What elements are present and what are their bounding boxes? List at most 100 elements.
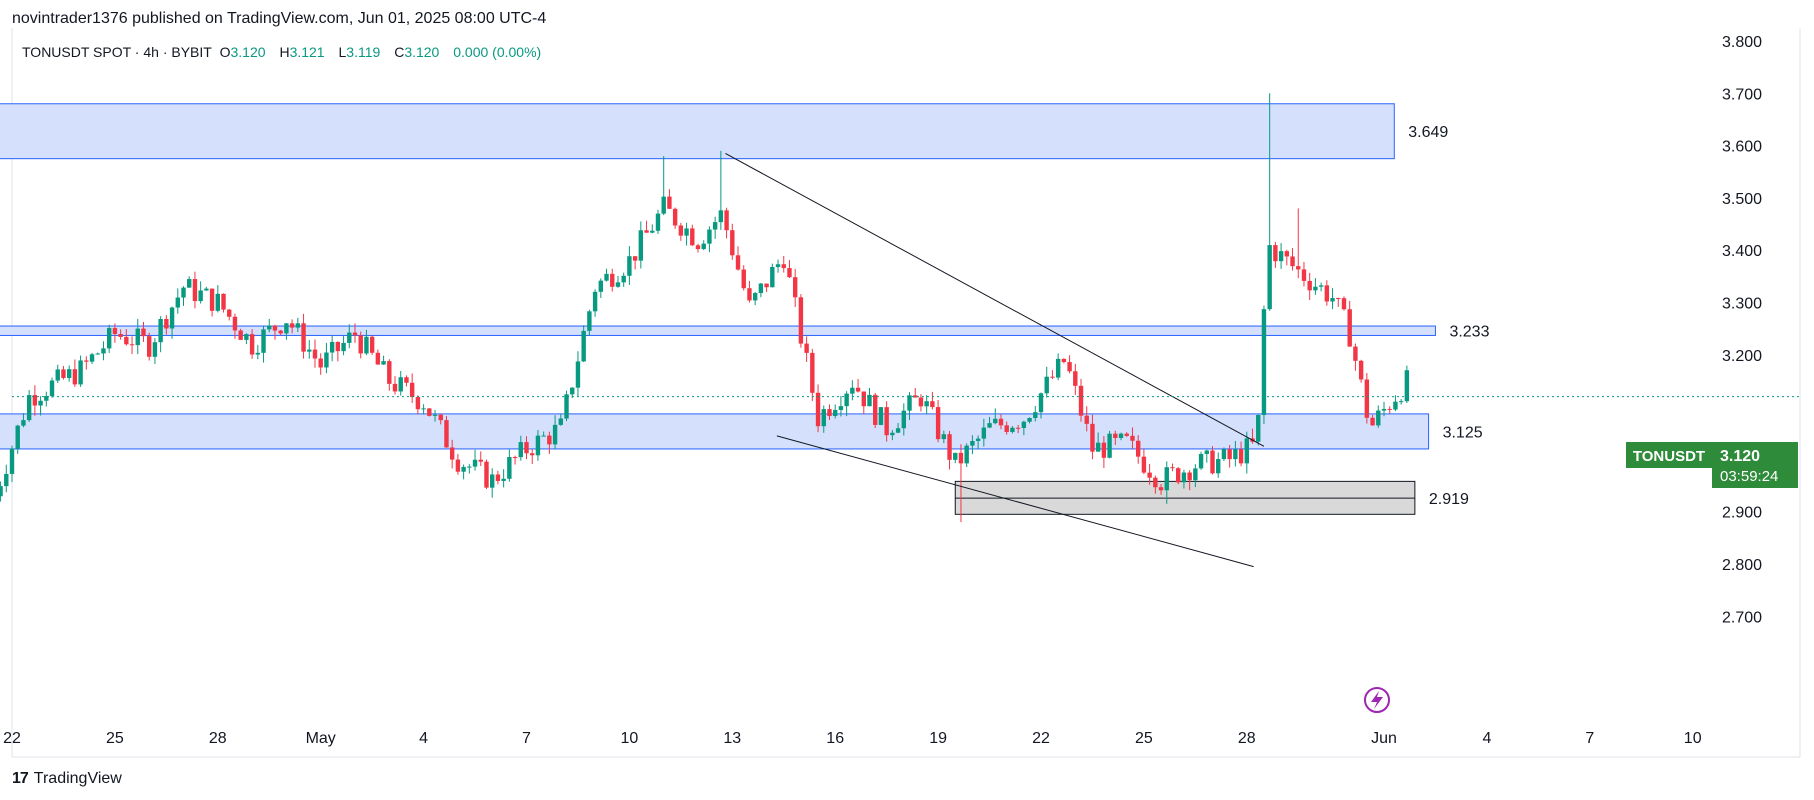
y-tick-label: 3.800 — [1722, 34, 1762, 51]
candle-body — [101, 348, 106, 354]
candle-body — [198, 290, 203, 302]
x-tick-label: 10 — [621, 730, 639, 747]
candle-body — [1233, 449, 1238, 460]
candle-body — [1021, 421, 1027, 429]
zone-0[interactable] — [0, 103, 1395, 160]
y-tick-label: 2.900 — [1722, 505, 1762, 522]
candle-body — [1238, 449, 1244, 464]
candle-body — [0, 486, 3, 497]
candle-body — [735, 255, 741, 270]
tradingview-logo[interactable]: 17 TradingView — [12, 770, 122, 788]
candle-body — [415, 397, 421, 410]
candle-body — [1010, 427, 1015, 432]
candle-body — [1301, 269, 1307, 281]
candle-body — [512, 457, 518, 459]
candle-body — [15, 425, 20, 449]
candle-body — [1398, 401, 1404, 403]
candle-body — [941, 434, 947, 440]
trendline-0[interactable] — [725, 153, 1265, 447]
candle-body — [1095, 442, 1101, 452]
candle-body — [1244, 438, 1249, 464]
candle-body — [312, 349, 318, 359]
candle-body — [449, 447, 455, 460]
x-axis[interactable]: 22 25 28 May 4 7 10 13 16 19 22 25 28 Jun 4 7 10 — [3, 730, 1702, 747]
candle-body — [1113, 433, 1118, 438]
candle-body — [1158, 487, 1164, 491]
candle-body — [1176, 468, 1181, 483]
candle-body — [1278, 251, 1284, 262]
candle-body — [1164, 467, 1169, 491]
candle-body — [364, 336, 369, 354]
candle-body — [798, 297, 804, 344]
candle-body — [221, 293, 226, 310]
candle-body — [272, 325, 278, 331]
y-tick-label: 2.800 — [1722, 557, 1762, 574]
candle-body — [369, 336, 375, 353]
candle-body — [444, 420, 449, 448]
candle-body — [1210, 450, 1215, 474]
candle-body — [244, 334, 249, 340]
x-tick-label: 22 — [1032, 730, 1050, 747]
candle-body — [1284, 251, 1290, 257]
x-tick-label: 13 — [723, 730, 741, 747]
y-tick-label: 3.400 — [1722, 243, 1762, 260]
candle-body — [1273, 245, 1278, 262]
x-tick-label: 25 — [106, 730, 124, 747]
candle-body — [84, 360, 89, 362]
candle-body — [232, 316, 238, 331]
candle-body — [678, 225, 684, 236]
candle-body — [1090, 423, 1095, 452]
candle-body — [1015, 427, 1021, 429]
candle-body — [964, 445, 969, 464]
candle-body — [1370, 417, 1375, 426]
candle-body — [215, 293, 220, 311]
candle-body — [1084, 415, 1089, 424]
candle-body — [701, 243, 706, 250]
candle-body — [724, 210, 729, 231]
candle-body — [930, 401, 935, 408]
candle-body — [873, 394, 878, 425]
candle-body — [1027, 418, 1032, 422]
candle-body — [427, 408, 432, 416]
candle-body — [861, 391, 866, 407]
candle-body — [467, 466, 472, 468]
candle-body — [124, 336, 129, 345]
candle-body — [72, 369, 78, 385]
candle-body — [106, 328, 112, 349]
candle-body — [781, 264, 786, 269]
y-tick-label: 3.600 — [1722, 139, 1762, 156]
candle-body — [267, 325, 272, 330]
candle-body — [695, 245, 701, 250]
candle-body — [1318, 285, 1324, 287]
badge-price: 3.120 — [1720, 448, 1760, 465]
candle-body — [1387, 408, 1392, 410]
candle-body — [598, 280, 604, 292]
candle-body — [432, 414, 438, 416]
y-axis[interactable]: 3.8003.7003.6003.5003.4003.3003.2003.000… — [1722, 34, 1762, 626]
candle-body — [764, 283, 769, 288]
candle-body — [318, 358, 323, 368]
candle-body — [884, 407, 889, 436]
candle-body — [404, 377, 409, 383]
candle-body — [147, 336, 152, 357]
price-chart[interactable]: 3.649 3.233 3.125 2.919 3.800 3.700 3.600 3.50… — [0, 0, 1814, 800]
candle-body — [690, 228, 695, 246]
candle-body — [924, 401, 929, 407]
lightning-icon[interactable] — [1364, 687, 1390, 713]
x-tick-label: 19 — [929, 730, 947, 747]
candle-body — [1393, 401, 1398, 410]
zone-1[interactable] — [0, 325, 1436, 336]
candle-body — [21, 420, 26, 426]
candle-body — [381, 361, 386, 365]
candle-body — [833, 409, 838, 417]
candle-body — [1181, 472, 1187, 483]
candle-body — [1204, 450, 1209, 454]
candle-body — [1336, 298, 1341, 300]
candle-body — [752, 293, 758, 301]
candle-body — [478, 459, 483, 462]
candle-body — [953, 452, 958, 460]
candle-body — [455, 459, 461, 472]
candle-body — [821, 409, 826, 427]
candle-body — [1290, 256, 1295, 267]
candle-body — [707, 229, 712, 244]
